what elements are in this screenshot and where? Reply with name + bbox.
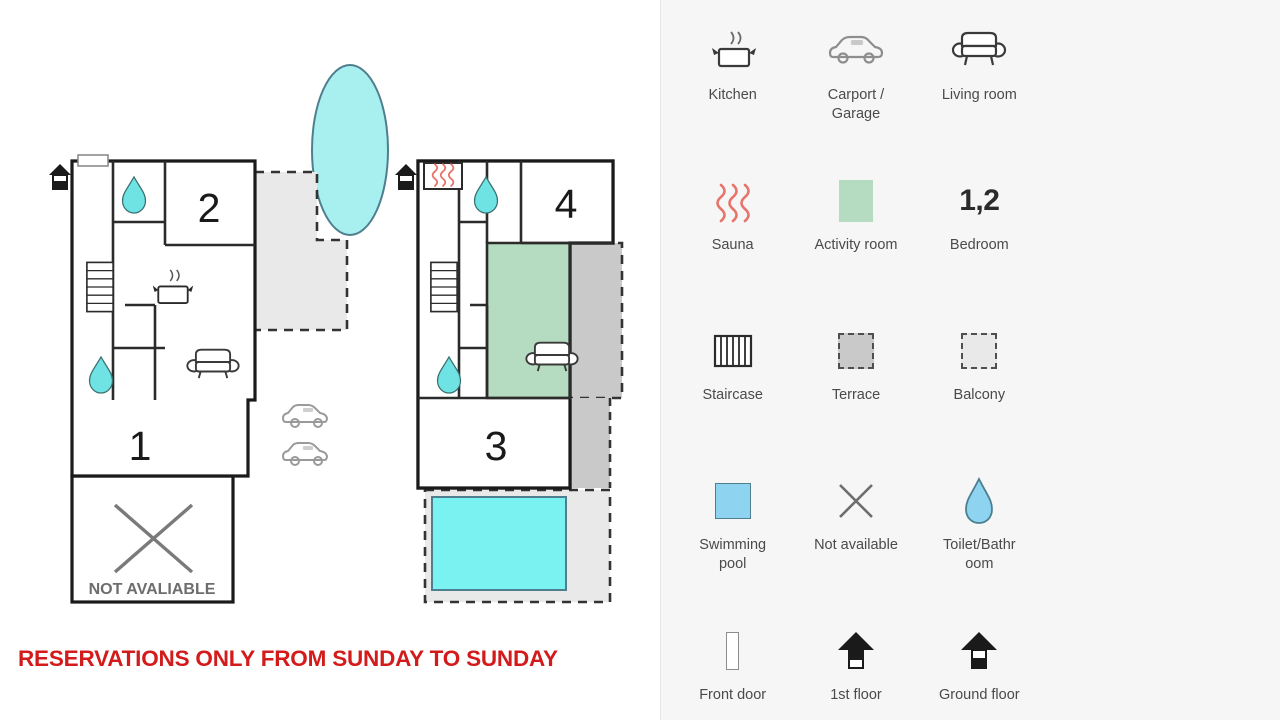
legend-label: Toilet/Bathroom xyxy=(943,537,1016,572)
front-door-icon xyxy=(726,622,740,680)
swimming-pool-swatch-icon xyxy=(714,472,751,530)
balcony-swatch-icon xyxy=(961,322,998,380)
legend-item-carport-garage[interactable]: Carport / Garage xyxy=(794,8,917,158)
legend-label: Kitchen xyxy=(708,87,757,103)
legend-panel: Kitchen Carport / Garage Living room Sau… xyxy=(660,0,1280,720)
left-front-door-icon xyxy=(77,154,109,167)
legend-label: Front door xyxy=(699,687,767,703)
legend-label: Activity room xyxy=(814,237,898,253)
left-bedroom-1-label: 1 xyxy=(129,423,152,469)
left-staircase-icon xyxy=(86,261,114,313)
legend-label: Sauna xyxy=(711,237,754,253)
ground-floor-house-icon xyxy=(956,622,1002,680)
legend-item-bedroom[interactable]: 1,2 Bedroom xyxy=(918,158,1041,308)
legend-label: Ground floor xyxy=(939,687,1020,703)
staircase-icon xyxy=(710,322,756,380)
legend-item-not-available[interactable]: Not available xyxy=(794,458,917,608)
legend-label: Staircase xyxy=(702,387,763,403)
activity-room-swatch-icon xyxy=(838,172,873,230)
car-icon xyxy=(827,22,885,80)
legend-item-toilet-bathroom[interactable]: Toilet/Bathroom xyxy=(918,458,1041,608)
right-ground-floor-house-icon xyxy=(394,163,418,190)
left-carport-icon-2 xyxy=(282,442,328,466)
right-unit-plan: 4 3 xyxy=(394,159,624,604)
water-drop-icon xyxy=(963,472,995,530)
first-floor-house-icon xyxy=(833,622,879,680)
legend-label: Swimming pool xyxy=(699,537,767,572)
legend-label: Balcony xyxy=(953,387,1006,403)
legend-item-staircase[interactable]: Staircase xyxy=(671,308,794,458)
right-staircase-icon xyxy=(430,261,458,313)
right-bedroom-4-label: 4 xyxy=(555,181,578,227)
legend-label: 1st floor xyxy=(830,687,882,703)
right-swimming-pool-region xyxy=(431,496,567,591)
left-unit-outline xyxy=(70,159,257,478)
legend-item-front-door[interactable]: Front door xyxy=(671,608,794,720)
legend-label: Carport / Garage xyxy=(827,87,885,122)
lake-ellipse-icon xyxy=(311,64,389,236)
x-cross-icon xyxy=(834,472,878,530)
legend-grid: Kitchen Carport / Garage Living room Sau… xyxy=(671,8,1041,720)
floorplan-panel: NOT AVALIABLE 2 1 4 3 RESERVATIONS ONLY … xyxy=(0,0,660,720)
legend-item-kitchen[interactable]: Kitchen xyxy=(671,8,794,158)
left-unit-plan: NOT AVALIABLE 2 1 xyxy=(48,154,349,604)
right-terrace-lower-region xyxy=(570,398,612,488)
sofa-icon xyxy=(951,22,1007,80)
not-available-text: NOT AVALIABLE xyxy=(89,581,216,598)
legend-item-swimming-pool[interactable]: Swimming pool xyxy=(671,458,794,608)
left-ground-floor-house-icon xyxy=(48,163,72,190)
left-carport-icon-1 xyxy=(282,404,328,428)
floorplan-drawing: NOT AVALIABLE 2 1 4 3 xyxy=(48,64,624,604)
terrace-swatch-icon xyxy=(837,322,874,380)
legend-item-ground-floor[interactable]: Ground floor xyxy=(918,608,1041,720)
left-bedroom-2-label: 2 xyxy=(198,185,221,231)
floorplan-page: NOT AVALIABLE 2 1 4 3 RESERVATIONS ONLY … xyxy=(0,0,1280,720)
right-bedroom-3-label: 3 xyxy=(485,423,508,469)
bedroom-number-value: 1,2 xyxy=(959,184,1000,217)
legend-item-balcony[interactable]: Balcony xyxy=(918,308,1041,458)
legend-item-first-floor[interactable]: 1st floor xyxy=(794,608,917,720)
legend-label: Bedroom xyxy=(949,237,1009,253)
legend-item-sauna[interactable]: Sauna xyxy=(671,158,794,308)
legend-label: Terrace xyxy=(831,387,881,403)
legend-item-living-room[interactable]: Living room xyxy=(918,8,1041,158)
legend-label: Not available xyxy=(814,537,898,553)
reservation-notice: RESERVATIONS ONLY FROM SUNDAY TO SUNDAY xyxy=(18,646,558,671)
kitchen-pot-icon xyxy=(705,22,761,80)
legend-item-terrace[interactable]: Terrace xyxy=(794,308,917,458)
sauna-heat-icon xyxy=(710,172,756,230)
legend-item-activity-room[interactable]: Activity room xyxy=(794,158,917,308)
legend-label: Living room xyxy=(941,87,1017,103)
left-not-available-block: NOT AVALIABLE xyxy=(70,474,235,604)
right-terrace-upper-region xyxy=(570,241,624,400)
bedroom-number-icon: 1,2 xyxy=(959,172,1000,230)
